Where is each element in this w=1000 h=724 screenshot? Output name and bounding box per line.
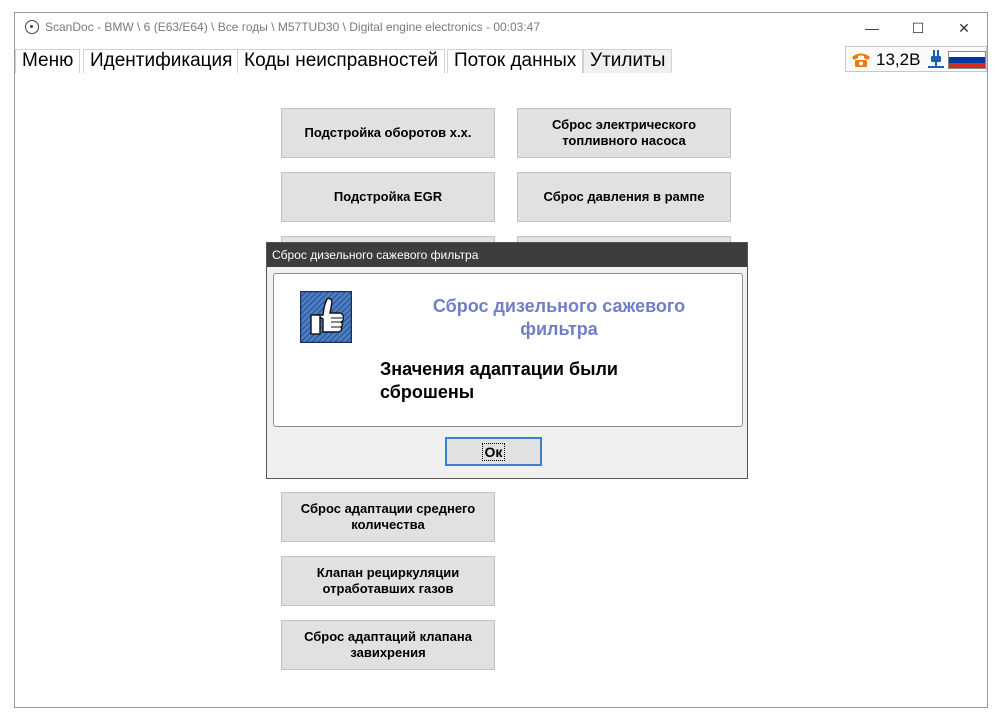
phone-icon	[852, 53, 870, 67]
window-title: ScanDoc - BMW \ 6 (E63/E64) \ Все годы \…	[45, 20, 541, 34]
swirl-valve-adaptation-reset-button[interactable]: Сброс адаптаций клапана завихрения	[281, 620, 495, 670]
dpf-reset-dialog: Сброс дизельного сажевого фильтра Сброс …	[266, 242, 748, 479]
tab-data-stream[interactable]: Поток данных	[447, 49, 584, 73]
tab-fault-codes[interactable]: Коды неисправностей	[237, 49, 446, 73]
dialog-heading: Сброс дизельного сажевого фильтра	[432, 296, 686, 339]
dialog-message-panel: Сброс дизельного сажевого фильтра Значен…	[273, 273, 743, 427]
voltage-readout: 13,2В	[876, 50, 921, 69]
tab-identification[interactable]: Идентификация	[83, 49, 240, 73]
status-panel: 13,2В	[845, 46, 987, 72]
electric-fuel-pump-reset-button[interactable]: Сброс электрического топливного насоса	[517, 108, 731, 158]
dialog-message: Значения адаптации были сброшены	[380, 359, 618, 402]
egr-adjust-button[interactable]: Подстройка EGR	[281, 172, 495, 222]
idle-speed-adjust-button[interactable]: Подстройка оборотов х.х.	[281, 108, 495, 158]
steering-wheel-icon	[25, 20, 39, 34]
ok-button[interactable]: Ок	[445, 437, 542, 466]
ok-button-label: Ок	[481, 442, 506, 461]
tab-utilities[interactable]: Утилиты	[583, 49, 673, 73]
dialog-title[interactable]: Сброс дизельного сажевого фильтра	[267, 243, 747, 267]
app-window: ScanDoc - BMW \ 6 (E63/E64) \ Все годы \…	[14, 12, 988, 708]
mean-quantity-adaptation-reset-button[interactable]: Сброс адаптации среднего количества	[281, 492, 495, 542]
rail-pressure-reset-button[interactable]: Сброс давления в рампе	[517, 172, 731, 222]
menu-tabs: Меню Идентификация Коды неисправностей П…	[15, 49, 987, 74]
close-button[interactable]: ✕	[941, 13, 987, 43]
title-bar[interactable]: ScanDoc - BMW \ 6 (E63/E64) \ Все годы \…	[15, 13, 987, 43]
plug-icon	[928, 50, 944, 68]
russia-flag-icon	[948, 51, 986, 69]
thumbs-up-icon	[300, 291, 352, 343]
egr-valve-button[interactable]: Клапан рециркуляции отработавших газов	[281, 556, 495, 606]
maximize-button[interactable]: ☐	[895, 13, 941, 43]
minimize-button[interactable]: —	[849, 13, 895, 43]
tab-menu[interactable]: Меню	[15, 49, 81, 73]
